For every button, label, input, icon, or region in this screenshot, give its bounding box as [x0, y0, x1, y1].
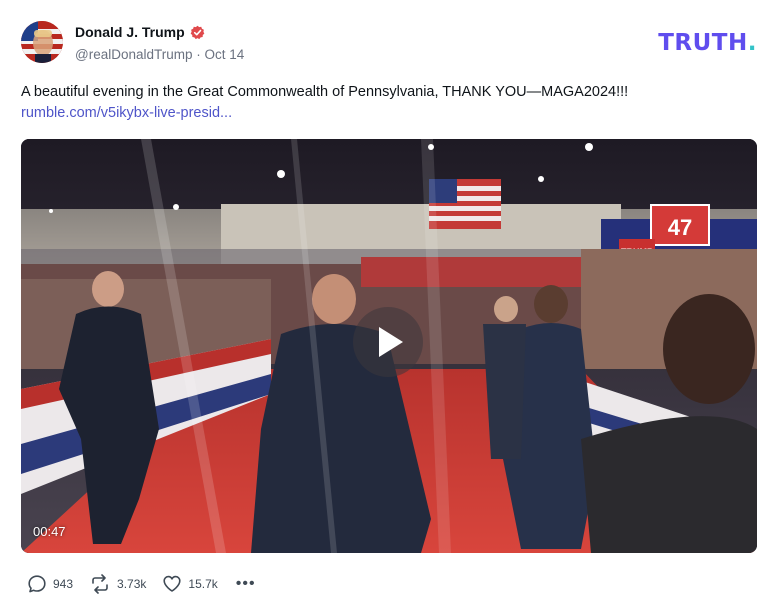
post-link[interactable]: rumble.com/v5ikybx-live-presid... [21, 105, 232, 121]
scene-sign-47: 47 [668, 215, 692, 240]
video-duration: 00:47 [33, 524, 66, 539]
author-meta: @realDonaldTrump · Oct 14 [75, 47, 244, 62]
retruth-button[interactable]: 3.73k [89, 574, 146, 594]
retruth-icon [89, 574, 111, 594]
video-player[interactable]: 47 TRUMP [21, 139, 757, 553]
more-icon: ••• [235, 575, 256, 592]
author-name-row: Donald J. Trump [75, 24, 205, 40]
heart-icon [162, 574, 182, 594]
post-header: Donald J. Trump @realDonaldTrump · Oct 1… [21, 21, 757, 65]
truth-logo[interactable]: TRUTH. [658, 30, 757, 56]
post-text: A beautiful evening in the Great Commonw… [21, 84, 629, 100]
play-button[interactable] [353, 307, 423, 377]
play-icon [379, 327, 403, 357]
logo-text: TRUTH [658, 30, 748, 56]
logo-dot: . [747, 30, 757, 56]
verified-check-icon [190, 25, 205, 40]
author-handle[interactable]: @realDonaldTrump [75, 47, 193, 62]
like-button[interactable]: 15.7k [162, 574, 218, 594]
reply-icon [27, 574, 47, 594]
more-button[interactable]: ••• [234, 575, 256, 593]
meta-separator: · [196, 47, 201, 62]
post-date[interactable]: Oct 14 [205, 47, 245, 62]
avatar[interactable] [21, 21, 63, 63]
like-count: 15.7k [188, 577, 218, 591]
post-actions: 943 3.73k 15.7k ••• [27, 574, 272, 594]
author-display-name[interactable]: Donald J. Trump [75, 24, 185, 40]
reply-count: 943 [53, 577, 74, 591]
retruth-count: 3.73k [117, 577, 147, 591]
reply-button[interactable]: 943 [27, 574, 73, 594]
